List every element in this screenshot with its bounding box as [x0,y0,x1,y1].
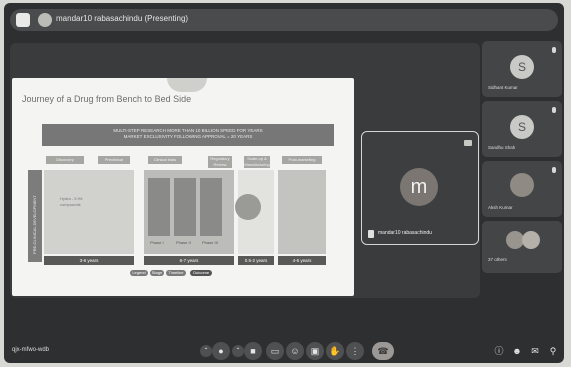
chip-postmarketing: Post-marketing [282,156,322,164]
mic-off-icon [552,47,556,53]
participant-avatar: S [510,115,534,139]
meet-logo-icon [16,13,30,27]
vertical-label-text: PRE-CLINICAL DEVELOPMENT [32,195,37,254]
phase-col-3 [200,178,222,236]
participant-avatar: S [510,55,534,79]
participant-tile[interactable]: S Sidhant Kumar [482,41,562,97]
chip-regulatory: Regulatory Review [208,156,232,168]
participant-tile[interactable]: Aksh Kumar [482,161,562,217]
chip-scaleup: Scale-up & Manufacturing [244,156,270,168]
shared-slide[interactable]: Journey of a Drug from Bench to Bed Side… [12,78,354,296]
meeting-code: qjx-mfwo-wdb [12,347,50,353]
slide-vertical-label: PRE-CLINICAL DEVELOPMENT [28,170,42,262]
years-post: 4-6 years [278,256,326,265]
tile-options-icon[interactable] [464,140,472,146]
pin-icon[interactable] [368,230,374,238]
more-icon[interactable]: ⋮ [346,342,364,360]
camera-options-icon[interactable]: ⌃ [232,345,244,357]
years-clinical: 6-7 years [144,256,234,265]
inner-text-1: Hydra - 5 Hit [60,196,83,201]
main-participant-avatar: m [400,168,438,206]
mic-options-icon[interactable]: ⌃ [200,345,212,357]
others-tile[interactable]: 37 others [482,221,562,273]
mic-off-icon [552,107,556,113]
end-call-icon[interactable]: ☎ [372,342,394,360]
raise-hand-icon[interactable]: ✋ [326,342,344,360]
banner-line-1: MULTI-STEP RESEARCH MORE THAN 10 BILLION… [113,128,263,133]
participant-name: Sandhu Shah [488,145,516,150]
emoji-icon[interactable]: ☺ [286,342,304,360]
participant-name: Sidhant Kumar [488,85,518,90]
approval-circle [235,194,261,220]
participant-name: Aksh Kumar [488,205,513,210]
chip-preclinical: Preclinical [98,156,130,164]
present-icon[interactable]: ▣ [306,342,324,360]
legend-chip-4: Outcome [190,270,212,276]
years-discovery: 3-6 years [44,256,134,265]
participant-photo [510,173,534,197]
participant-tile[interactable]: S Sandhu Shah [482,101,562,157]
slide-decoration [167,78,207,92]
activities-icon[interactable]: ⚲ [548,346,558,356]
legend-chip-1: Legend [130,270,148,276]
slide-banner: MULTI-STEP RESEARCH MORE THAN 10 BILLION… [42,124,334,146]
bottom-toolbar: qjx-mfwo-wdb ⌃ ● ⌃ ■ ▭ ☺ ▣ ✋ ⋮ ☎ ⓘ ☻ ✉ ⚲ [4,333,564,363]
phase-label-3: Phase III [202,240,218,245]
presenter-title: mandar10 rabasachindu (Presenting) [56,14,189,23]
post-zone [278,170,326,254]
mic-icon[interactable]: ● [212,342,230,360]
info-icon[interactable]: ⓘ [494,346,504,356]
main-participant-name: mandar10 rabasachindu [378,230,432,236]
legend-chip-2: Stage [150,270,164,276]
inner-text-2: compounds [60,202,81,207]
phase-label-2: Phase II [176,240,191,245]
chip-clinical: Clinical trials [148,156,182,164]
meeting-window: mandar10 rabasachindu (Presenting) Journ… [4,3,564,363]
legend-chip-3: Timeline [166,270,186,276]
presenter-avatar [38,13,52,27]
people-icon[interactable]: ☻ [512,346,522,356]
years-review: 0.5-2 years [238,256,274,265]
presenter-bar: mandar10 rabasachindu (Presenting) [10,9,558,31]
discovery-zone [44,170,134,254]
phase-col-1 [148,178,170,236]
camera-icon[interactable]: ■ [244,342,262,360]
phase-col-2 [174,178,196,236]
main-participant-tile[interactable]: m mandar10 rabasachindu [361,131,479,245]
phase-label-1: Phase I [150,240,164,245]
banner-line-2: MARKET EXCLUSIVITY FOLLOWING APPROVAL = … [123,134,253,139]
chip-discovery: Discovery [46,156,84,164]
captions-icon[interactable]: ▭ [266,342,284,360]
chat-icon[interactable]: ✉ [530,346,540,356]
mic-off-icon [552,167,556,173]
others-avatar-2 [522,231,540,249]
slide-title: Journey of a Drug from Bench to Bed Side [22,94,192,104]
others-count: 37 others [488,257,507,262]
